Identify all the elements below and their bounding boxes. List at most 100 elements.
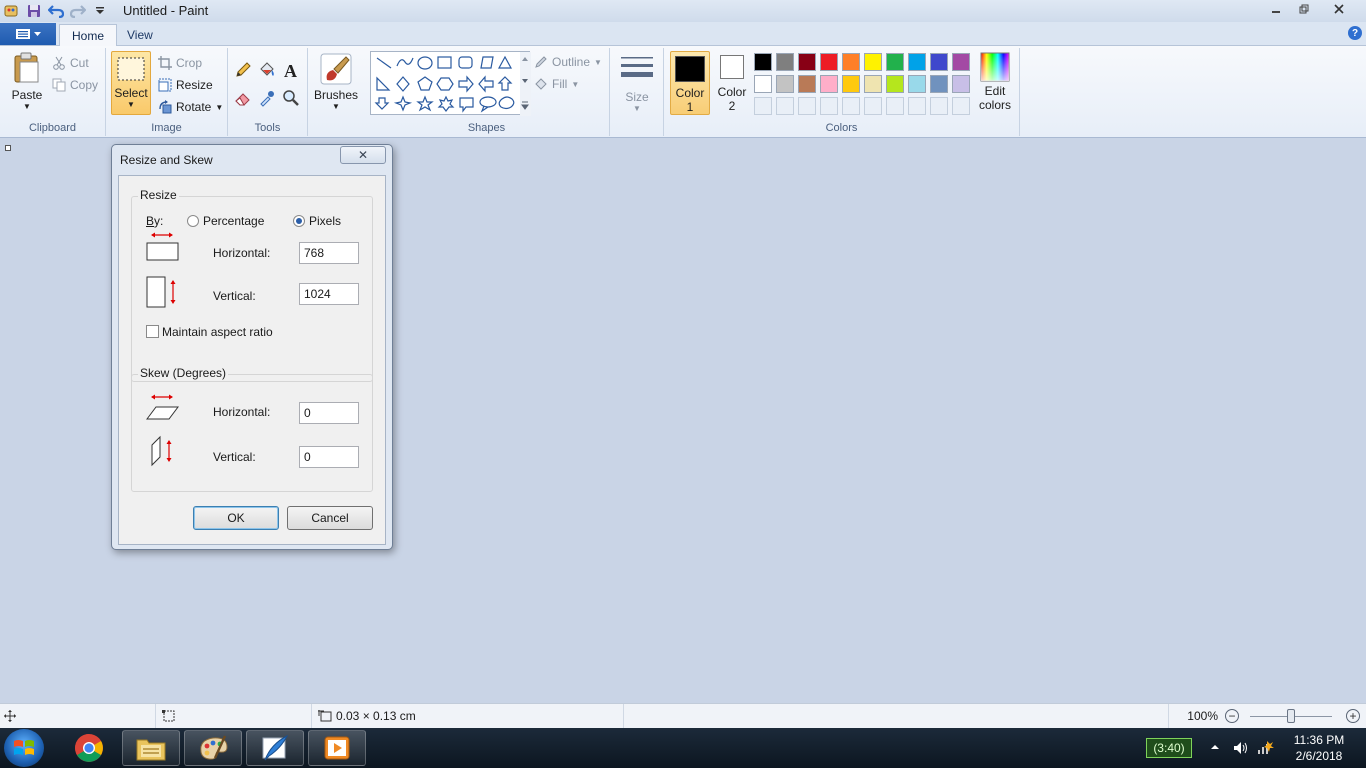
resize-button[interactable]: Resize — [158, 75, 213, 95]
resize-groupbox: Resize By: Percentage Pixels Horizontal:… — [131, 188, 373, 382]
taskbar-app-quill[interactable] — [246, 730, 304, 766]
file-menu-button[interactable] — [0, 23, 56, 45]
palette-swatch[interactable] — [820, 53, 838, 71]
palette-swatch[interactable] — [952, 53, 970, 71]
minimize-button[interactable] — [1262, 0, 1290, 18]
brushes-button[interactable]: Brushes ▼ — [314, 52, 358, 111]
battery-indicator[interactable]: (3:40) — [1146, 738, 1192, 758]
palette-swatch[interactable] — [886, 75, 904, 93]
customize-qat-chevron-icon[interactable] — [92, 3, 108, 19]
canvas-resize-handle[interactable] — [5, 145, 11, 151]
tab-home[interactable]: Home — [59, 24, 118, 46]
edit-colors-button[interactable]: Edit colors — [976, 52, 1014, 112]
palette-custom-swatch[interactable] — [820, 97, 838, 115]
taskbar-clock[interactable]: 11:36 PM 2/6/2018 — [1280, 732, 1358, 764]
shapes-gallery[interactable] — [370, 51, 531, 116]
cancel-button[interactable]: Cancel — [287, 506, 373, 530]
color1-label-1: Color — [675, 86, 705, 100]
text-tool[interactable]: A — [282, 60, 300, 80]
horizontal-label: Horizontal: — [213, 246, 271, 260]
pixels-label[interactable]: Pixels — [309, 214, 341, 228]
cut-button[interactable]: Cut — [52, 53, 89, 73]
palette-swatch[interactable] — [908, 53, 926, 71]
palette-custom-swatch[interactable] — [842, 97, 860, 115]
palette-swatch[interactable] — [754, 75, 772, 93]
zoom-in-button[interactable]: + — [1346, 709, 1360, 723]
palette-swatch[interactable] — [776, 75, 794, 93]
percentage-label[interactable]: Percentage — [203, 214, 264, 228]
dialog-body: Resize By: Percentage Pixels Horizontal:… — [118, 175, 386, 545]
dialog-close-button[interactable]: ✕ — [340, 146, 386, 164]
crop-button[interactable]: Crop — [158, 53, 202, 73]
close-window-button[interactable] — [1318, 0, 1360, 18]
selection-size-text: 0.03 × 0.13 cm — [336, 709, 416, 723]
palette-custom-swatch[interactable] — [930, 97, 948, 115]
taskbar-paint[interactable] — [184, 730, 242, 766]
volume-button[interactable] — [1232, 740, 1248, 759]
palette-swatch[interactable] — [820, 75, 838, 93]
palette-swatch[interactable] — [864, 53, 882, 71]
size-button[interactable]: Size ▼ — [618, 54, 656, 113]
palette-custom-swatch[interactable] — [908, 97, 926, 115]
percentage-radio[interactable] — [187, 215, 199, 227]
network-warning-icon — [1258, 741, 1274, 754]
outline-dropdown[interactable]: Outline ▼ — [534, 52, 602, 72]
color1-button[interactable]: Color 1 — [670, 51, 710, 115]
restore-button[interactable] — [1290, 0, 1318, 18]
redo-icon[interactable] — [70, 3, 86, 19]
save-icon[interactable] — [26, 3, 42, 19]
maintain-aspect-label[interactable]: Maintain aspect ratio — [162, 325, 273, 339]
paint-app-icon[interactable] — [4, 3, 20, 19]
maintain-aspect-checkbox[interactable] — [146, 325, 159, 338]
undo-icon[interactable] — [48, 3, 64, 19]
magnifier-tool[interactable] — [282, 88, 300, 108]
eraser-tool[interactable] — [234, 88, 252, 108]
select-button[interactable]: Select ▼ — [111, 51, 151, 115]
palette-swatch[interactable] — [930, 75, 948, 93]
show-hidden-icons-button[interactable] — [1210, 741, 1220, 755]
palette-swatch[interactable] — [842, 75, 860, 93]
palette-custom-swatch[interactable] — [886, 97, 904, 115]
resize-horizontal-input[interactable] — [299, 242, 359, 264]
ok-button[interactable]: OK — [193, 506, 279, 530]
taskbar-media-player[interactable] — [308, 730, 366, 766]
zoom-slider-thumb[interactable] — [1287, 709, 1295, 723]
taskbar-file-explorer[interactable] — [122, 730, 180, 766]
skew-group-title: Skew (Degrees) — [138, 366, 229, 380]
copy-button[interactable]: Copy — [52, 75, 98, 95]
start-button[interactable] — [4, 729, 44, 767]
palette-swatch[interactable] — [798, 75, 816, 93]
skew-vertical-input[interactable] — [299, 446, 359, 468]
rotate-button[interactable]: Rotate ▼ — [158, 97, 223, 117]
help-icon[interactable]: ? — [1348, 26, 1362, 40]
skew-horizontal-input[interactable] — [299, 402, 359, 424]
resize-group-title: Resize — [138, 188, 179, 202]
palette-swatch[interactable] — [952, 75, 970, 93]
tab-view[interactable]: View — [115, 24, 165, 46]
resize-vertical-input[interactable] — [299, 283, 359, 305]
taskbar-chrome[interactable] — [60, 730, 118, 766]
palette-custom-swatch[interactable] — [776, 97, 794, 115]
chrome-icon — [75, 734, 103, 762]
palette-swatch[interactable] — [886, 53, 904, 71]
palette-custom-swatch[interactable] — [952, 97, 970, 115]
palette-custom-swatch[interactable] — [864, 97, 882, 115]
palette-swatch[interactable] — [908, 75, 926, 93]
pixels-radio[interactable] — [293, 215, 305, 227]
palette-custom-swatch[interactable] — [798, 97, 816, 115]
palette-swatch[interactable] — [754, 53, 772, 71]
palette-swatch[interactable] — [864, 75, 882, 93]
color-picker-tool[interactable] — [258, 88, 276, 108]
zoom-out-button[interactable]: − — [1225, 709, 1239, 723]
palette-swatch[interactable] — [798, 53, 816, 71]
fill-tool[interactable] — [258, 60, 276, 80]
paste-button[interactable]: Paste ▼ — [8, 52, 46, 111]
palette-swatch[interactable] — [776, 53, 794, 71]
palette-swatch[interactable] — [842, 53, 860, 71]
pencil-tool[interactable] — [234, 60, 252, 80]
network-button[interactable] — [1256, 740, 1274, 759]
color2-button[interactable]: Color 2 — [712, 55, 752, 113]
palette-swatch[interactable] — [930, 53, 948, 71]
palette-custom-swatch[interactable] — [754, 97, 772, 115]
fill-dropdown[interactable]: Fill ▼ — [534, 74, 579, 94]
